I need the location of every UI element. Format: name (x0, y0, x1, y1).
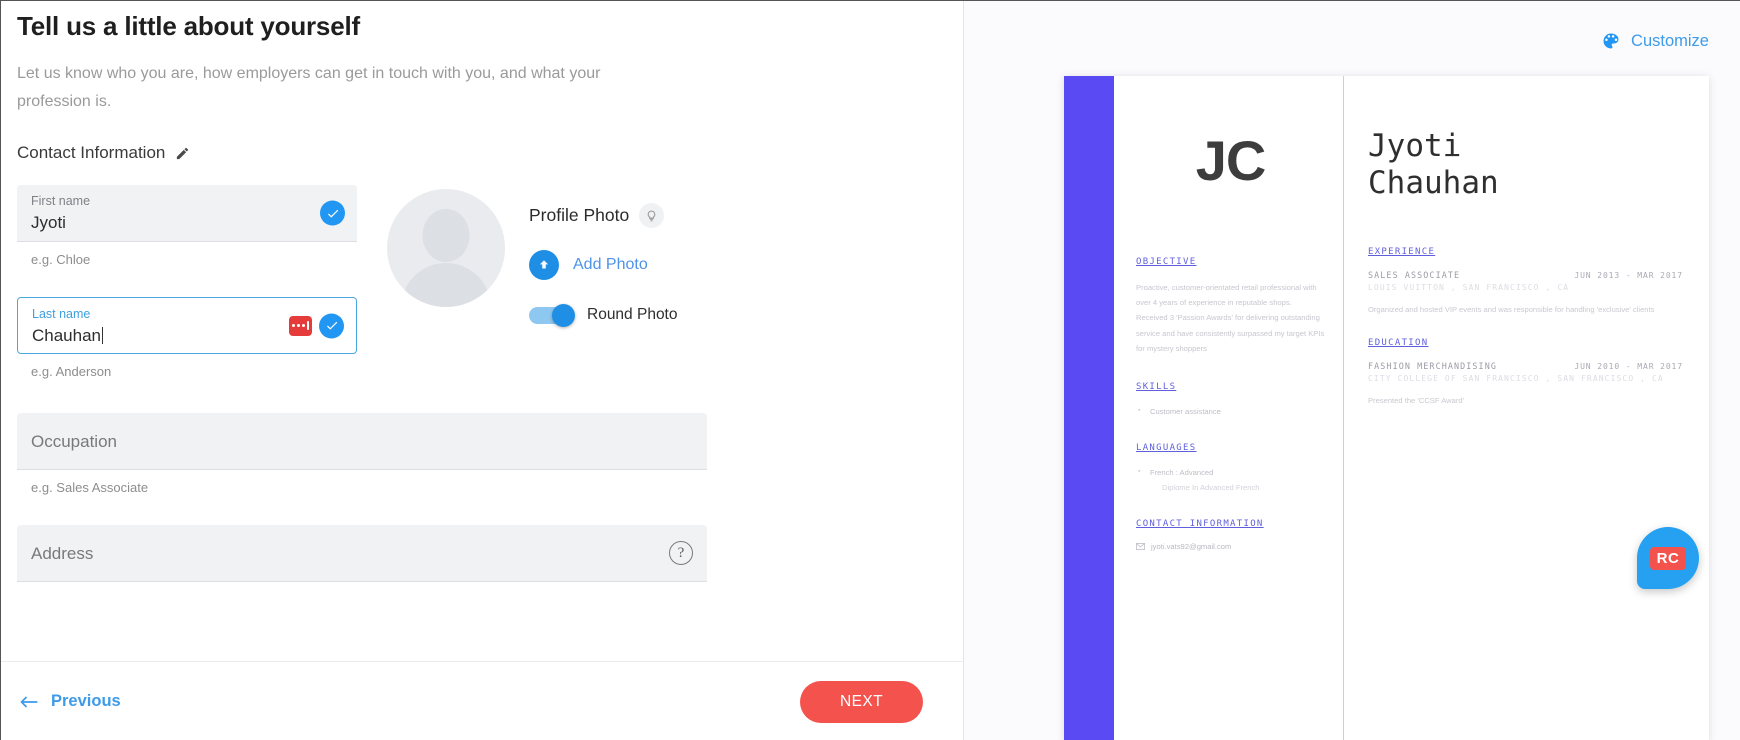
education-desc: Presented the 'CCSF Award' (1368, 396, 1465, 406)
skill-item: Customer assistance (1136, 404, 1325, 419)
last-name-input[interactable]: Last name Chauhan (17, 297, 357, 355)
resume-name: Jyoti Chauhan (1368, 128, 1683, 201)
education-heading: EDUCATION (1368, 338, 1429, 349)
customize-label: Customize (1631, 31, 1709, 50)
previous-label: Previous (51, 692, 121, 710)
page-subtitle: Let us know who you are, how employers c… (17, 65, 601, 110)
education-entry: FASHION MERCHANDISING JUN 2010 - MAR 201… (1368, 361, 1683, 405)
experience-heading: EXPERIENCE (1368, 247, 1436, 258)
section-title: Contact Information (17, 143, 166, 163)
round-photo-toggle[interactable] (529, 303, 575, 327)
avatar-placeholder[interactable] (387, 189, 505, 308)
first-name-hint: e.g. Chloe (31, 252, 91, 268)
form-columns: First name Jyoti e.g. Chloe Last name Ch… (17, 185, 963, 409)
objective-heading: OBJECTIVE (1136, 257, 1197, 267)
resume-last-name: Chauhan (1368, 164, 1499, 201)
form-footer: Previous NEXT (1, 661, 963, 740)
address-placeholder: Address (31, 544, 94, 564)
first-name-label: First name (31, 194, 91, 209)
add-photo-label[interactable]: Add Photo (573, 256, 648, 274)
objective-body: Proactive, customer-orientated retail pr… (1136, 283, 1325, 353)
page-title: Tell us a little about yourself (17, 11, 360, 41)
name-fields-column: First name Jyoti e.g. Chloe Last name Ch… (17, 185, 357, 409)
language-item: French : Advanced Diplome In Advanced Fr… (1136, 465, 1325, 495)
occupation-placeholder: Occupation (31, 432, 117, 452)
round-photo-label: Round Photo (587, 306, 678, 324)
resume-left-column: JC OBJECTIVE Proactive, customer-orienta… (1114, 76, 1344, 740)
resume-monogram: JC (1195, 129, 1267, 192)
palette-icon (1603, 33, 1619, 49)
valid-check-icon (320, 200, 345, 226)
pencil-icon[interactable] (175, 146, 190, 161)
add-photo-row[interactable]: Add Photo (529, 250, 678, 281)
skills-heading: SKILLS (1136, 381, 1177, 392)
profile-photo-section: Profile Photo Add Photo Round Photo (387, 185, 678, 409)
text-caret (102, 327, 104, 345)
education-date: JUN 2010 - MAR 2017 (1574, 362, 1683, 372)
field-first-name: First name Jyoti e.g. Chloe (17, 185, 357, 267)
education-title: FASHION MERCHANDISING (1368, 361, 1497, 372)
mail-icon (1136, 543, 1145, 551)
resume-chat-label: RC (1649, 546, 1687, 570)
customize-button[interactable]: Customize (1601, 31, 1709, 51)
app-root: Tell us a little about yourself Let us k… (1, 1, 1740, 740)
help-question-icon[interactable]: ? (669, 541, 693, 566)
experience-org: LOUIS VUITTON , SAN FRANCISCO , CA (1368, 283, 1570, 293)
field-occupation: Occupation e.g. Sales Associate (17, 413, 707, 495)
occupation-hint: e.g. Sales Associate (31, 480, 149, 496)
form-scroll-area: Tell us a little about yourself Let us k… (1, 1, 963, 661)
contact-email: jyoti.vats92@gmail.com (1151, 542, 1232, 552)
last-name-hint: e.g. Anderson (31, 364, 112, 380)
experience-title-row: SALES ASSOCIATE JUN 2013 - MAR 2017 (1368, 270, 1683, 280)
photo-title-row: Profile Photo (529, 203, 678, 229)
arrow-left-icon (20, 695, 38, 708)
round-photo-row[interactable]: Round Photo (529, 303, 678, 327)
next-button[interactable]: NEXT (800, 680, 923, 723)
occupation-input[interactable]: Occupation (17, 413, 707, 471)
first-name-value: Jyoti (31, 213, 66, 233)
experience-desc: Organized and hosted VIP events and was … (1368, 305, 1655, 315)
languages-heading: LANGUAGES (1136, 443, 1197, 454)
field-address: Address ? (17, 525, 707, 583)
avatar-body-shape (401, 263, 491, 308)
profile-photo-label: Profile Photo (529, 205, 630, 226)
language-name: French : Advanced (1150, 468, 1214, 478)
contact-information-heading: CONTACT INFORMATION (1136, 519, 1264, 530)
experience-entry: SALES ASSOCIATE JUN 2013 - MAR 2017 LOUI… (1368, 270, 1683, 314)
resume-chat-badge[interactable]: RC (1637, 527, 1699, 589)
photo-controls: Profile Photo Add Photo Round Photo (529, 189, 678, 409)
address-input[interactable]: Address ? (17, 525, 707, 583)
resume-preview-panel: Customize JC OBJECTIVE Proactive, custom… (963, 1, 1740, 740)
resume-first-name: Jyoti (1368, 128, 1462, 164)
resume-document[interactable]: JC OBJECTIVE Proactive, customer-orienta… (1064, 76, 1709, 740)
experience-title: SALES ASSOCIATE (1368, 270, 1461, 281)
resume-right-column: Jyoti Chauhan EXPERIENCE SALES ASSOCIATE… (1344, 76, 1709, 740)
upload-arrow-icon[interactable] (529, 250, 559, 281)
previous-button[interactable]: Previous (19, 692, 121, 711)
experience-date: JUN 2013 - MAR 2017 (1574, 271, 1683, 281)
language-sub: Diplome In Advanced French (1162, 482, 1260, 492)
avatar-head-shape (422, 209, 470, 263)
contact-email-row: jyoti.vats92@gmail.com (1136, 542, 1325, 551)
form-panel: Tell us a little about yourself Let us k… (1, 1, 963, 740)
education-org: CITY COLLEGE OF SAN FRANCISCO , SAN FRAN… (1368, 374, 1664, 384)
education-title-row: FASHION MERCHANDISING JUN 2010 - MAR 201… (1368, 361, 1683, 371)
field-last-name: Last name Chauhan e.g. Anderson (17, 297, 357, 379)
resume-accent-bar (1064, 76, 1114, 740)
toggle-knob (552, 303, 575, 327)
section-header-contact-information: Contact Information (17, 143, 963, 163)
password-manager-icon[interactable] (289, 315, 312, 336)
valid-check-icon (319, 313, 344, 339)
first-name-input[interactable]: First name Jyoti (17, 185, 357, 243)
lightbulb-icon[interactable] (639, 203, 665, 229)
